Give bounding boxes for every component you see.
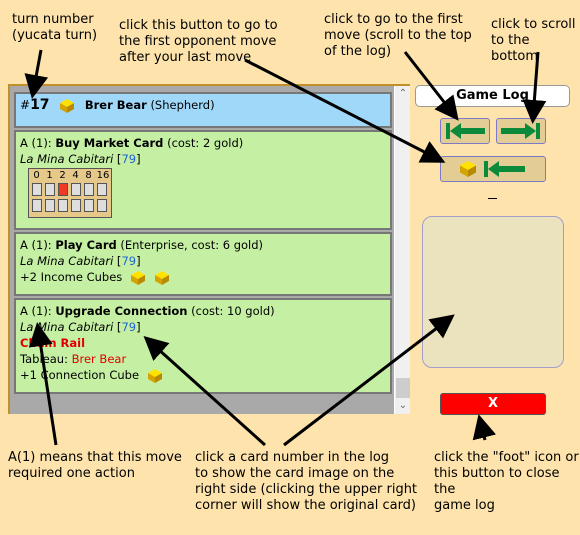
connection-name: Chain Rail [20, 336, 86, 350]
note-line: corner will show the original card) [195, 498, 417, 513]
log-entry-buy-market-card: A (1): Buy Market Card (cost: 2 gold) La… [14, 130, 392, 230]
connection-cube-icon [147, 368, 162, 383]
note-line: A(1) means that this move [8, 450, 182, 465]
track-label: 2 [59, 170, 66, 181]
card-image-viewer[interactable] [422, 216, 564, 368]
note-line: click a card number in the log [195, 450, 390, 465]
note-line: move (scroll to the top [324, 28, 472, 43]
note-close: click the "foot" icon or this button to … [434, 450, 580, 514]
scroll-down-icon[interactable]: ⌄ [395, 398, 410, 414]
note-card-number: click a card number in the log to show t… [195, 450, 417, 514]
arrow-to-start-icon [446, 123, 485, 139]
game-log-panel: #17 Brer Bear (Shepherd) A (1): Buy Mark… [8, 84, 410, 414]
note-line: to the bottom [491, 33, 539, 64]
track-cell [45, 183, 55, 196]
note-line: game log [434, 498, 495, 513]
action-count: A (1): [20, 304, 56, 318]
track-cell [45, 199, 55, 212]
turn-header-row: #17 Brer Bear (Shepherd) [14, 92, 392, 128]
action-count: A (1): [20, 238, 56, 252]
action-result: +2 Income Cubes [20, 270, 123, 284]
action-name: Upgrade Connection [55, 304, 188, 318]
action-result: +1 Connection Cube [20, 368, 140, 382]
log-scrollbar[interactable]: ⌃ ⌄ [394, 86, 410, 414]
note-scroll-bottom: click to scroll to the bottom [491, 17, 580, 65]
income-cube-icon [154, 270, 169, 285]
track-cell [71, 183, 81, 196]
track-cell [58, 199, 68, 212]
note-first-opponent-move: click this button to go to the first opp… [119, 18, 278, 66]
tableau-owner: Brer Bear [71, 352, 127, 366]
card-number-link[interactable]: 79 [121, 320, 136, 334]
scroll-thumb[interactable] [396, 378, 410, 398]
turn-player-role: (Shepherd) [150, 98, 215, 112]
note-line: the first opponent move [119, 34, 277, 49]
note-line: of the log) [324, 44, 392, 59]
note-line: to show the card image on the [195, 466, 395, 481]
turn-player-name: Brer Bear [84, 98, 147, 112]
game-log-title: Game Log [415, 85, 570, 107]
cube-icon [460, 161, 476, 177]
player-cube-icon [60, 98, 75, 113]
action-detail: (Enterprise, cost: 6 gold) [116, 238, 264, 252]
note-line: (yucata turn) [12, 28, 98, 43]
turn-number: #17 [20, 97, 50, 113]
note-line: this button to close the [434, 466, 560, 497]
card-number-link[interactable]: 79 [121, 254, 136, 268]
track-cell [84, 199, 94, 212]
note-line: click to go to the first [324, 12, 463, 27]
note-line: after your last move [119, 50, 252, 65]
note-first-move: click to go to the first move (scroll to… [324, 12, 472, 60]
note-line: click the "foot" icon or [434, 450, 579, 465]
action-count: A (1): [20, 136, 56, 150]
action-name: Play Card [55, 238, 117, 252]
note-line: right side (clicking the upper right [195, 482, 418, 497]
action-detail: (cost: 10 gold) [187, 304, 275, 318]
cube-arrow-icon [460, 161, 525, 177]
log-entry-play-card: A (1): Play Card (Enterprise, cost: 6 go… [14, 232, 392, 296]
card-name: La Mina Cabitari [20, 152, 114, 166]
scroll-up-icon[interactable]: ⌃ [395, 86, 410, 102]
card-viewer-separator [488, 198, 497, 199]
card-name: La Mina Cabitari [20, 254, 114, 268]
card-name: La Mina Cabitari [20, 320, 114, 334]
track-label: 1 [46, 170, 53, 181]
track-cell [97, 199, 107, 212]
note-turn-number: turn number (yucata turn) [12, 12, 97, 44]
scroll-to-bottom-button[interactable] [496, 118, 546, 144]
track-cell [71, 199, 81, 212]
close-log-button[interactable]: X [440, 393, 546, 415]
action-detail: (cost: 2 gold) [163, 136, 244, 150]
market-price-track: 0 1 2 4 8 16 [28, 168, 112, 218]
note-line: click this button to go to [119, 18, 278, 33]
note-line: click to scroll [491, 17, 576, 32]
track-label: 0 [33, 170, 40, 181]
first-opponent-move-button[interactable] [440, 156, 546, 182]
track-cell-active [58, 183, 68, 196]
track-label: 8 [85, 170, 92, 181]
arrow-close-button [472, 414, 497, 441]
track-cell [84, 183, 94, 196]
track-label: 4 [72, 170, 79, 181]
note-line: turn number [12, 12, 94, 27]
track-label: 16 [96, 170, 110, 181]
log-entry-upgrade-connection: A (1): Upgrade Connection (cost: 10 gold… [14, 298, 392, 394]
note-line: required one action [8, 466, 135, 481]
track-cell [97, 183, 107, 196]
note-action: A(1) means that this move required one a… [8, 450, 182, 482]
action-name: Buy Market Card [55, 136, 164, 150]
income-cube-icon [130, 270, 145, 285]
card-number-link[interactable]: 79 [121, 152, 136, 166]
first-move-button[interactable] [440, 118, 490, 144]
track-cell [32, 183, 42, 196]
track-cell [32, 199, 42, 212]
arrow-to-end-icon [501, 123, 540, 139]
tableau-label: Tableau: [20, 352, 72, 366]
